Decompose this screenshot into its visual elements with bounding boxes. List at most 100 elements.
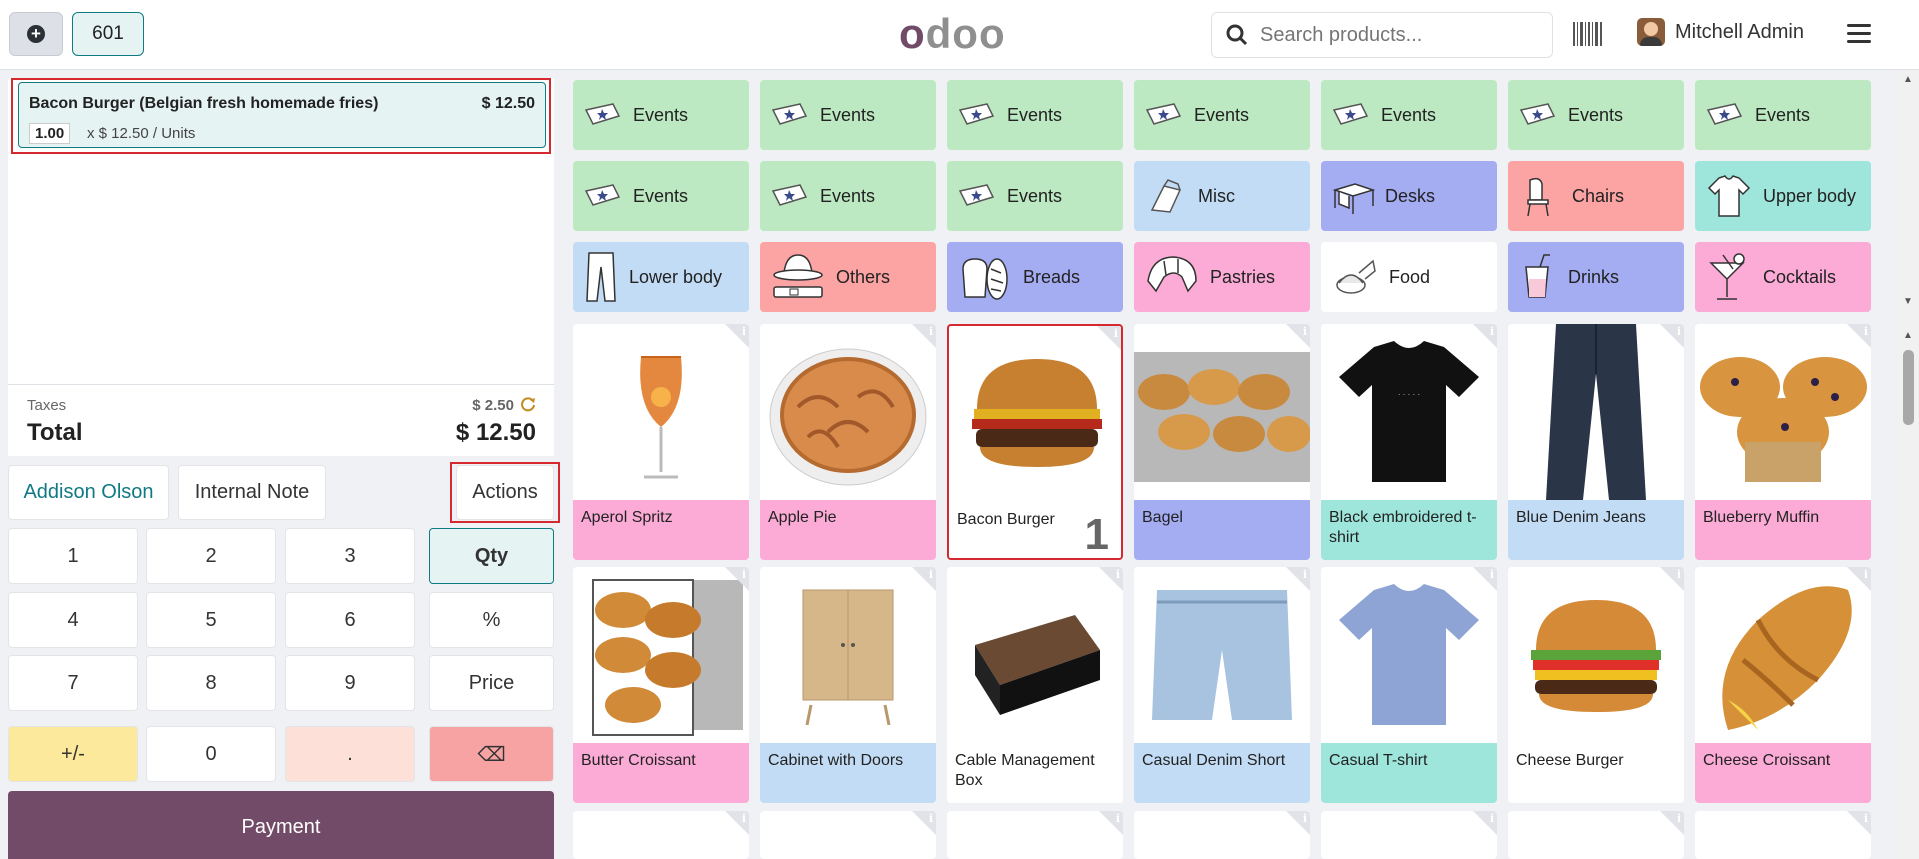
numpad-key-7[interactable]: 7 [8,655,138,711]
category-label: Food [1389,266,1431,287]
customer-button[interactable]: Addison Olson [8,465,169,520]
product-card[interactable]: Blue Denim Jeans i [1508,324,1684,560]
payment-button[interactable]: Payment [8,791,554,859]
muffin-icon [1700,357,1867,482]
numpad-key-1[interactable]: 1 [8,528,138,584]
category-events[interactable]: Events [947,80,1123,150]
info-glyph: i [1489,568,1494,581]
scroll-down-icon[interactable]: ▼ [1903,296,1913,307]
user-menu[interactable]: Mitchell Admin [1637,18,1804,46]
numpad-qty-button[interactable]: Qty [429,528,554,584]
category-lower-body[interactable]: Lower body [573,242,749,312]
category-events[interactable]: Events [1695,80,1871,150]
category-others[interactable]: Others [760,242,936,312]
product-card[interactable]: Cable Management Box i [947,567,1123,803]
product-card[interactable]: Casual T-shirt i [1321,567,1497,803]
product-image [1321,567,1497,743]
category-breads[interactable]: Breads [947,242,1123,312]
product-card-partial[interactable]: i [573,811,749,859]
category-drinks[interactable]: Drinks [1508,242,1684,312]
orderline[interactable]: Bacon Burger (Belgian fresh homemade fri… [18,82,546,148]
product-image [1134,324,1310,500]
product-card[interactable]: Bagel i [1134,324,1310,560]
scrollbar-thumb[interactable] [1903,350,1914,425]
cocktail-icon [1709,253,1745,300]
bread-icon [962,258,1008,300]
numpad-key-9[interactable]: 9 [285,655,415,711]
numpad-key-2[interactable]: 2 [146,528,276,584]
product-image [947,567,1123,743]
scroll-up-icon[interactable]: ▲ [1903,74,1913,85]
numpad-key-5[interactable]: 5 [146,592,276,648]
numpad-key-8[interactable]: 8 [146,655,276,711]
misc-icon [1150,179,1182,213]
product-card-partial[interactable]: i [947,811,1123,859]
product-card-partial[interactable]: i [760,811,936,859]
refresh-icon[interactable] [520,396,536,412]
product-card-selected[interactable]: Bacon Burger 1 i [947,324,1123,560]
product-card-partial[interactable]: i [1134,811,1310,859]
numpad-key-4[interactable]: 4 [8,592,138,648]
info-glyph: i [928,812,933,825]
product-card[interactable]: Aperol Spritz i [573,324,749,560]
product-name: Cheese Burger [1508,743,1684,803]
category-events[interactable]: Events [760,161,936,231]
search-input[interactable] [1260,23,1530,47]
product-card[interactable]: Butter Croissant i [573,567,749,803]
barcode-icon[interactable] [1573,22,1603,46]
numpad-decimal-button[interactable]: . [285,726,415,782]
category-events[interactable]: Events [573,161,749,231]
scroll-up-icon[interactable]: ▲ [1903,330,1913,341]
avatar [1637,18,1665,46]
info-glyph: i [1863,568,1868,581]
new-order-button[interactable]: + [9,12,63,56]
internal-note-button[interactable]: Internal Note [178,465,326,520]
product-card[interactable]: Blueberry Muffin i [1695,324,1871,560]
orderline-unit-price: x $ 12.50 / Units [87,125,196,142]
category-pastries[interactable]: Pastries [1134,242,1310,312]
category-upper-body[interactable]: Upper body [1695,161,1871,231]
category-events[interactable]: Events [1321,80,1497,150]
category-events[interactable]: Events [573,80,749,150]
info-glyph: i [1115,568,1120,581]
numpad-backspace-button[interactable]: ⌫ [429,726,554,782]
category-desks[interactable]: Desks [1321,161,1497,231]
burger-icon [972,359,1102,467]
taxes-label: Taxes [27,397,67,414]
order-tab[interactable]: 601 [72,12,144,56]
product-card[interactable]: Cheese Burger i [1508,567,1684,803]
menu-icon[interactable] [1847,24,1871,48]
category-events[interactable]: Events [760,80,936,150]
category-events[interactable]: Events [1134,80,1310,150]
numpad-discount-button[interactable]: % [429,592,554,648]
product-card[interactable]: · · · · · Black embroidered t-shirt i [1321,324,1497,560]
category-label: Drinks [1568,266,1620,287]
category-events[interactable]: Events [1508,80,1684,150]
product-card[interactable]: Casual Denim Short i [1134,567,1310,803]
numpad-key-0[interactable]: 0 [146,726,276,782]
category-events[interactable]: Events [947,161,1123,231]
category-misc[interactable]: Misc [1134,161,1310,231]
category-chairs[interactable]: Chairs [1508,161,1684,231]
product-card-partial[interactable]: i [1321,811,1497,859]
search-bar[interactable] [1211,12,1553,58]
category-label: Others [836,266,891,287]
category-food[interactable]: Food [1321,242,1497,312]
product-image [573,324,749,500]
numpad-price-button[interactable]: Price [429,655,554,711]
numpad-key-3[interactable]: 3 [285,528,415,584]
info-glyph: i [1863,812,1868,825]
product-card[interactable]: Cheese Croissant i [1695,567,1871,803]
category-label: Chairs [1572,185,1625,206]
numpad-key-6[interactable]: 6 [285,592,415,648]
product-card-partial[interactable]: i [1508,811,1684,859]
product-card[interactable]: Apple Pie i [760,324,936,560]
product-card[interactable]: Cabinet with Doors i [760,567,936,803]
shorts-icon [1152,590,1292,720]
product-name: Blueberry Muffin [1695,500,1871,560]
ticket-icon [584,184,621,206]
category-cocktails[interactable]: Cocktails [1695,242,1871,312]
product-card-partial[interactable]: i [1695,811,1871,859]
scrollbar[interactable] [1898,70,1919,859]
numpad-sign-button[interactable]: +/- [8,726,138,782]
